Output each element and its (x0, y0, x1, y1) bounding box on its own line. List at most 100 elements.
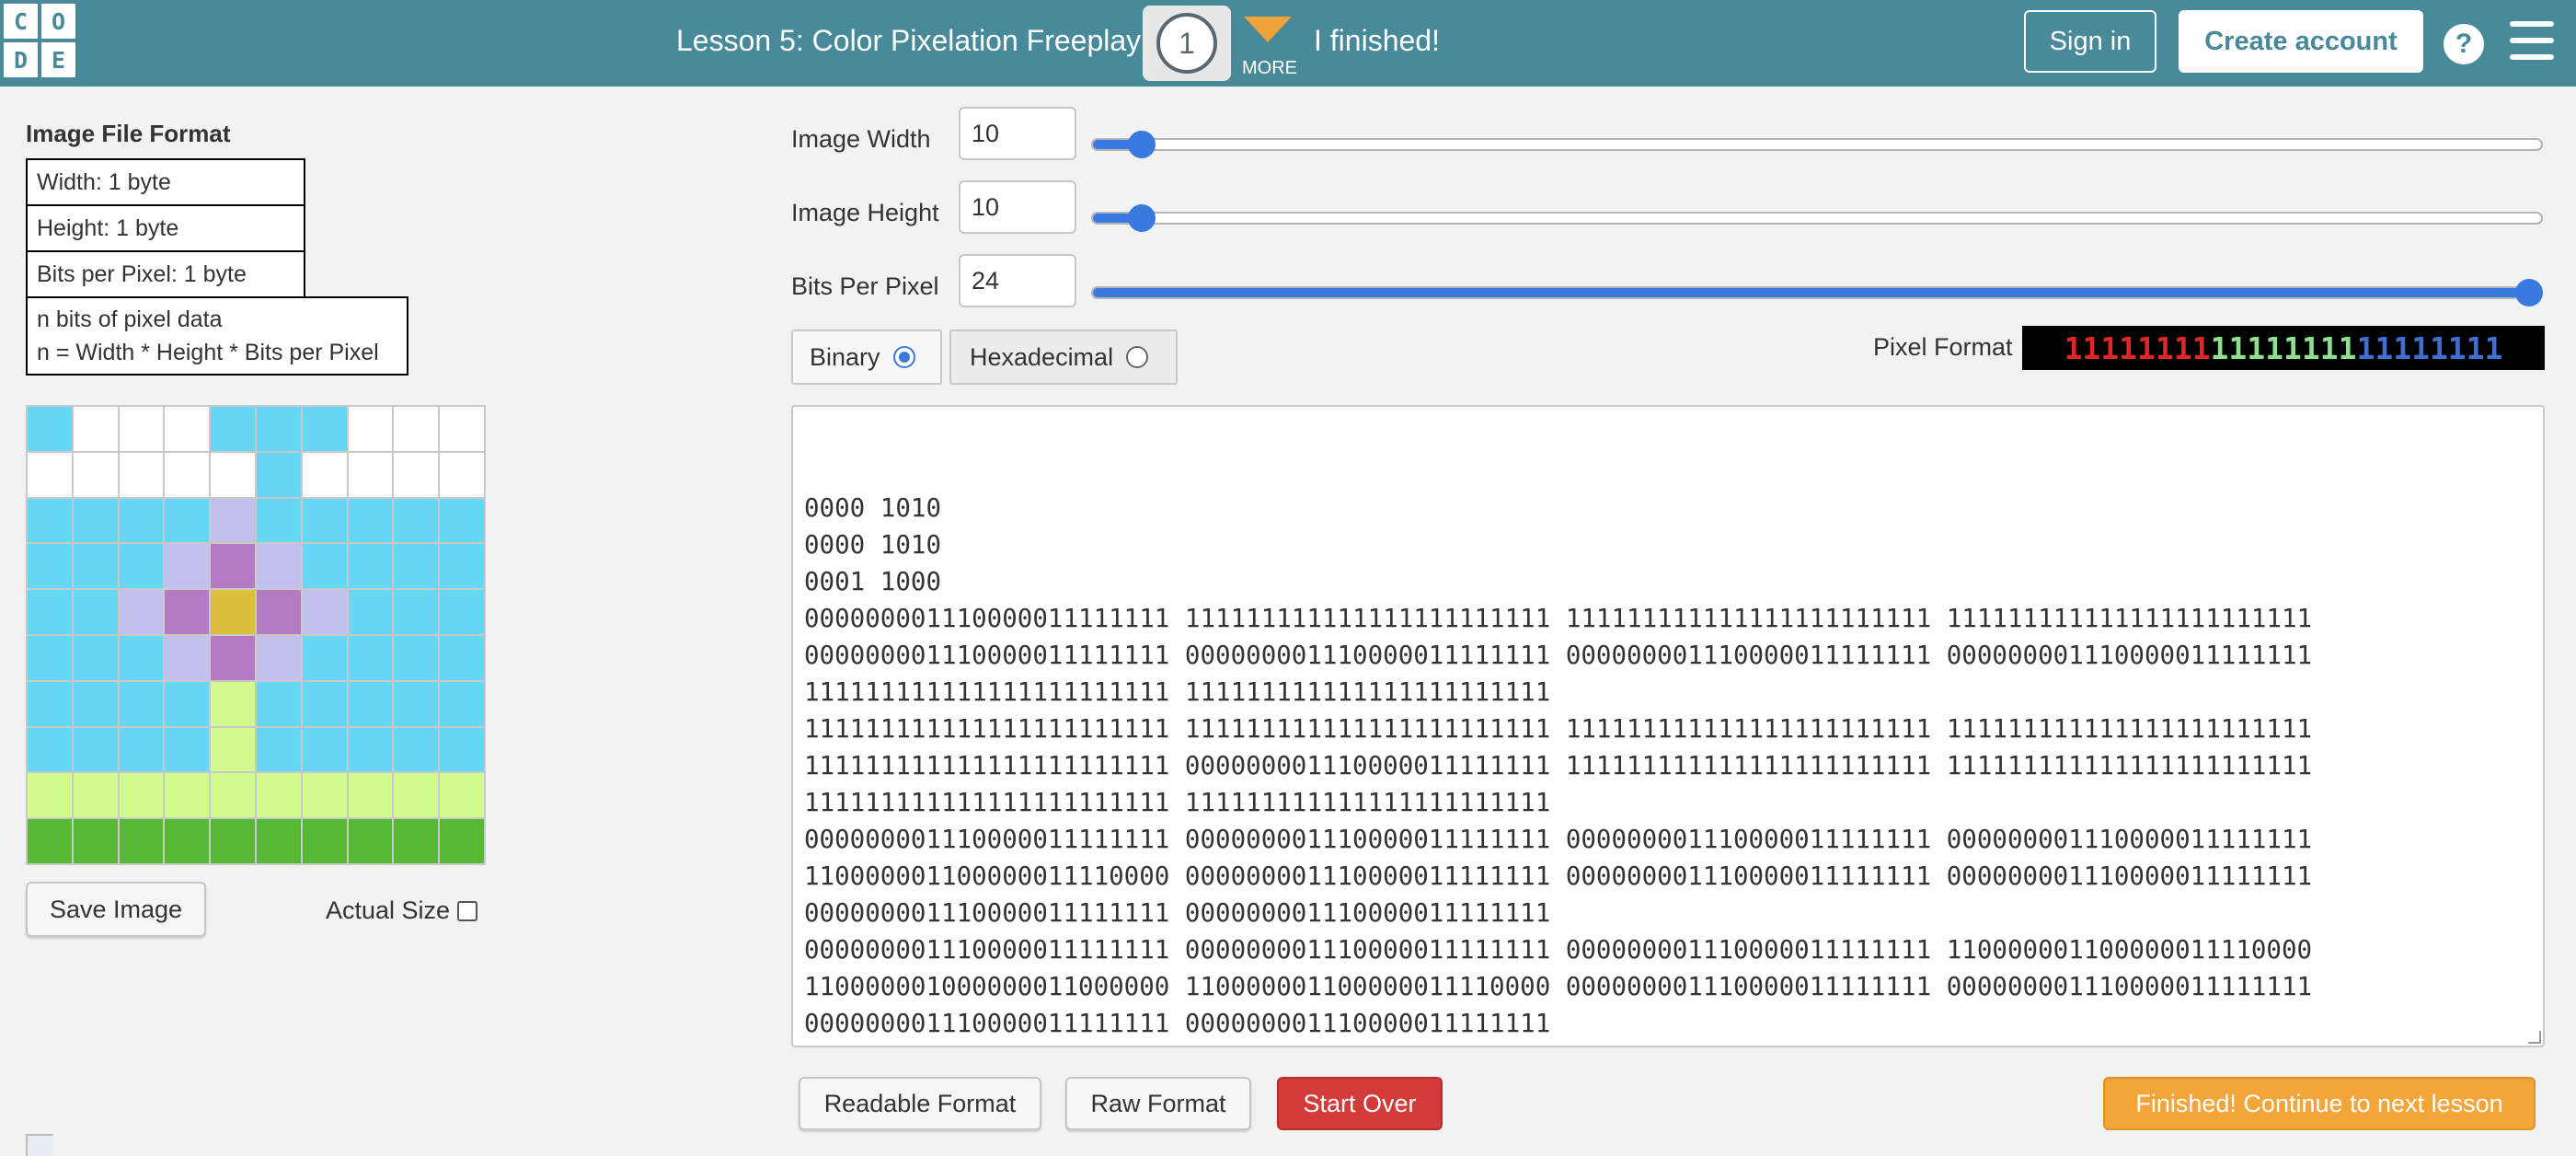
data-line: 000000001110000011111111 000000001110000… (804, 898, 1551, 928)
save-image-button[interactable]: Save Image (26, 882, 206, 937)
data-line: 111111111111111111111111 111111111111111… (804, 714, 2313, 744)
pixel-cell (394, 407, 439, 451)
pixel-cell (73, 498, 118, 543)
pixel-cell (394, 727, 439, 772)
pixel-cell (440, 819, 484, 863)
pixel-cell (302, 407, 347, 451)
pixel-cell (165, 819, 210, 863)
actual-size-toggle[interactable]: Actual Size (326, 896, 478, 925)
pixel-cell (256, 727, 301, 772)
pixel-cell (28, 635, 72, 680)
pixel-cell (165, 452, 210, 497)
pixel-cell (440, 681, 484, 726)
pixel-cell (256, 498, 301, 543)
image-height-input[interactable]: 10 (959, 180, 1076, 234)
pixel-cell (394, 452, 439, 497)
pixel-cell (440, 407, 484, 451)
pixel-cell (211, 819, 255, 863)
level-progress[interactable]: 1 (1143, 6, 1231, 81)
format-data-line: n bits of pixel data (37, 306, 223, 332)
bits-per-pixel-slider[interactable] (1091, 279, 2543, 306)
pixel-cell (165, 544, 210, 589)
pixel-cell (256, 544, 301, 589)
pixel-format-display: 11111111 11111111 11111111 (2022, 326, 2545, 370)
pixel-cell (394, 544, 439, 589)
hamburger-menu-icon[interactable] (2510, 21, 2554, 60)
actual-size-checkbox[interactable] (457, 900, 478, 921)
continue-next-lesson-button[interactable]: Finished! Continue to next lesson (2103, 1077, 2536, 1130)
pixel-cell (348, 407, 393, 451)
pixel-cell (348, 773, 393, 818)
slider-thumb[interactable] (2515, 279, 2543, 306)
format-bpp-row: Bits per Pixel: 1 byte (26, 250, 305, 298)
binary-tab[interactable]: Binary (791, 329, 942, 385)
start-over-button[interactable]: Start Over (1277, 1077, 1443, 1130)
binary-radio[interactable] (892, 346, 915, 368)
pixel-format-blue: 11111111 (2356, 329, 2503, 366)
slider-track (1091, 212, 2543, 225)
pixel-cell (394, 498, 439, 543)
pixel-cell (394, 773, 439, 818)
pixel-cell (73, 819, 118, 863)
pixel-cell (302, 544, 347, 589)
pixel-cell (73, 635, 118, 680)
slider-thumb[interactable] (1128, 204, 1156, 232)
resize-handle[interactable] (2528, 1031, 2541, 1044)
slider-thumb[interactable] (1128, 131, 1156, 158)
pixel-cell (256, 407, 301, 451)
pixel-cell (440, 590, 484, 634)
pixel-cell (165, 635, 210, 680)
data-line: 0000 1010 (804, 530, 942, 560)
more-dropdown-icon[interactable] (1244, 17, 1292, 42)
data-line: 0001 1000 (804, 567, 942, 596)
hexadecimal-tab[interactable]: Hexadecimal (949, 329, 1178, 385)
pixel-cell (211, 590, 255, 634)
pixel-cell (119, 544, 164, 589)
pixel-format-red: 11111111 (2064, 329, 2211, 366)
format-height-row: Height: 1 byte (26, 204, 305, 252)
pixel-cell (302, 452, 347, 497)
pixel-cell (302, 681, 347, 726)
code-logo[interactable]: C O D E (4, 4, 75, 77)
pixel-cell (73, 590, 118, 634)
pixel-cell (211, 544, 255, 589)
pixel-cell (302, 773, 347, 818)
pixel-cell (256, 819, 301, 863)
readable-format-button[interactable]: Readable Format (799, 1077, 1041, 1130)
pixel-cell (119, 590, 164, 634)
raw-format-button[interactable]: Raw Format (1065, 1077, 1251, 1130)
image-width-slider[interactable] (1091, 131, 2543, 158)
pixel-cell (165, 727, 210, 772)
data-line: 000000001110000011111111 000000001110000… (804, 641, 2313, 670)
data-line: 111111111111111111111111 000000001110000… (804, 751, 2313, 780)
level-number-bubble[interactable]: 1 (1156, 13, 1217, 74)
pixel-cell (211, 727, 255, 772)
bits-per-pixel-label: Bits Per Pixel (791, 272, 939, 300)
pixel-cell (348, 635, 393, 680)
pixel-cell (348, 452, 393, 497)
pixel-cell (348, 727, 393, 772)
pixel-cell (28, 498, 72, 543)
pixel-cell (302, 498, 347, 543)
image-height-slider[interactable] (1091, 204, 2543, 232)
pixel-cell (440, 773, 484, 818)
help-icon[interactable]: ? (2444, 24, 2484, 64)
pixel-cell (73, 681, 118, 726)
image-width-input[interactable]: 10 (959, 107, 1076, 160)
format-title: Image File Format (26, 120, 231, 147)
pixel-cell (440, 498, 484, 543)
pixel-cell (256, 590, 301, 634)
data-line: 000000001110000011111111 000000001110000… (804, 1009, 1551, 1038)
pixel-cell (211, 773, 255, 818)
create-account-button[interactable]: Create account (2179, 10, 2423, 73)
bits-per-pixel-input[interactable]: 24 (959, 254, 1076, 307)
pixel-cell (119, 498, 164, 543)
hexadecimal-radio[interactable] (1126, 346, 1149, 368)
pixel-cell (119, 452, 164, 497)
pixel-data-textarea[interactable]: 0000 1010 0000 1010 0001 1000 0000000011100… (791, 405, 2545, 1047)
sign-in-button[interactable]: Sign in (2024, 10, 2156, 73)
more-label[interactable]: MORE (1242, 58, 1297, 79)
pixel-cell (302, 635, 347, 680)
pixel-cell (165, 407, 210, 451)
pixel-cell (211, 452, 255, 497)
